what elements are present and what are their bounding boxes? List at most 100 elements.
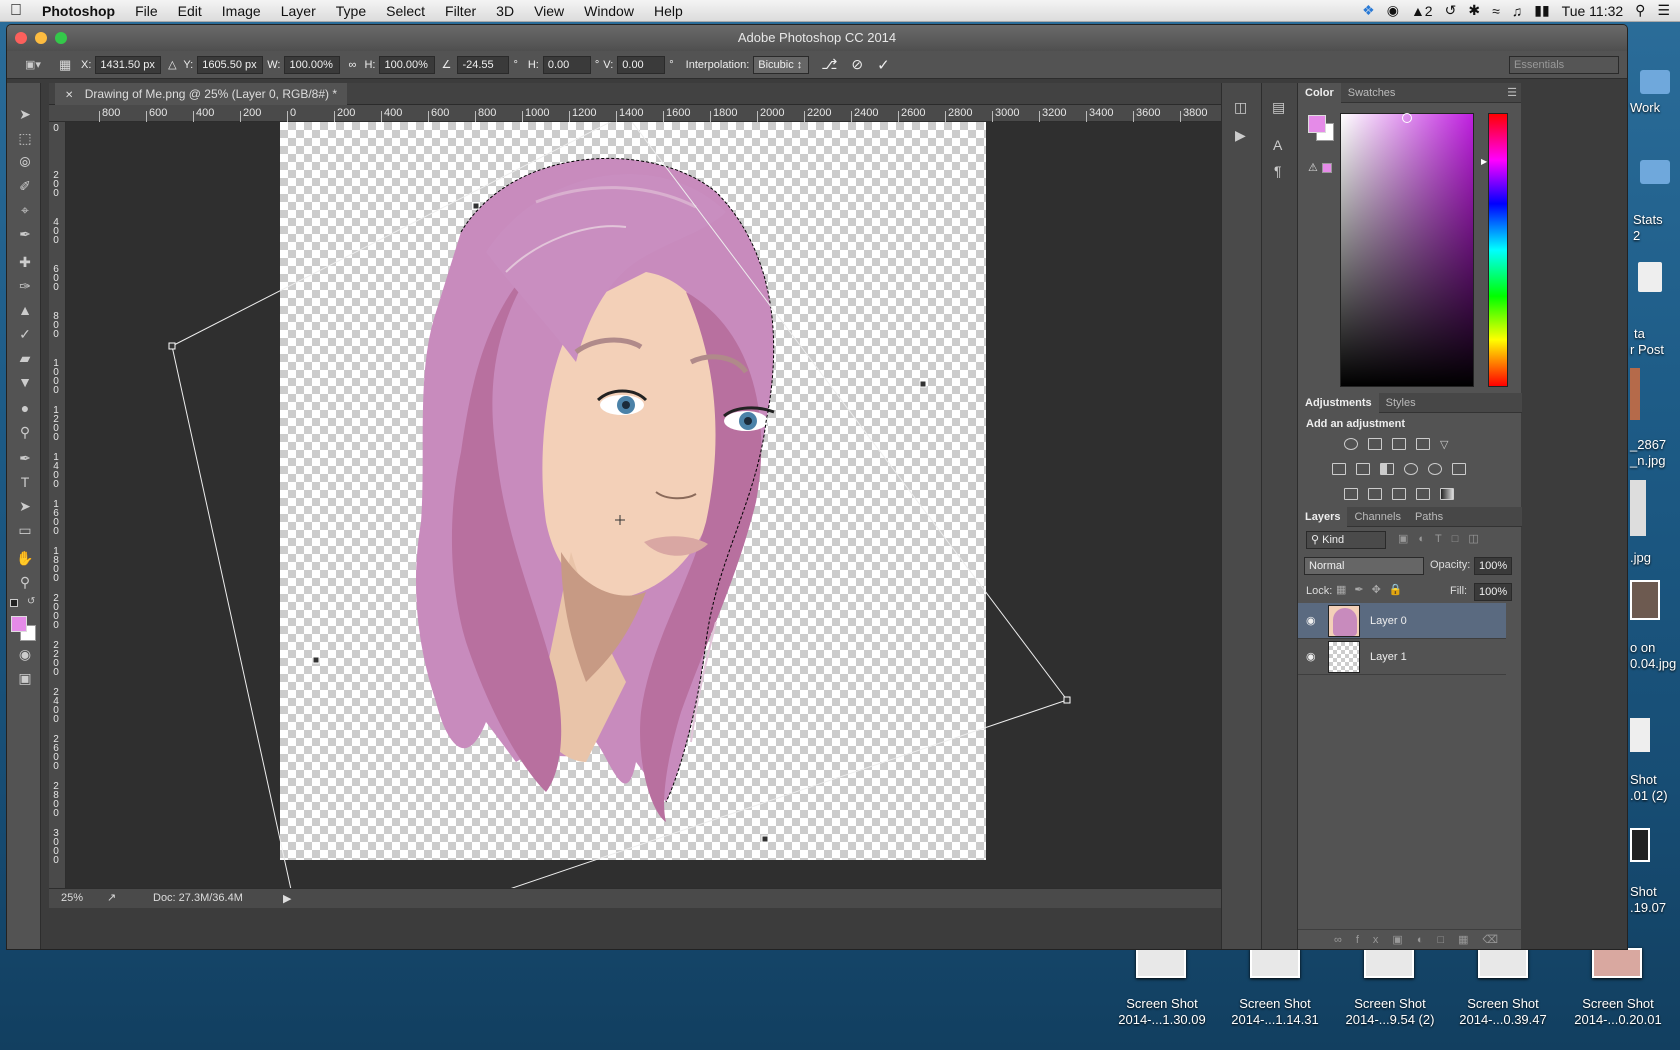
layer-name[interactable]: Layer 0 xyxy=(1370,615,1407,627)
horizontal-skew-field[interactable]: 0.00 xyxy=(542,55,591,74)
path-selection-tool-icon[interactable]: ➤ xyxy=(16,497,34,515)
document-tab[interactable]: ✕ Drawing of Me.png @ 25% (Layer 0, RGB/… xyxy=(55,83,348,105)
menu-layer[interactable]: Layer xyxy=(271,3,326,19)
fill-field[interactable]: 100% xyxy=(1474,583,1512,601)
menu-3d[interactable]: 3D xyxy=(486,3,524,19)
visibility-eye-icon[interactable]: ◉ xyxy=(1306,614,1316,627)
tool-preset-icon[interactable]: ▣▾ xyxy=(25,58,55,71)
brush-tool-icon[interactable]: ✑ xyxy=(16,277,34,295)
height-field[interactable]: 100.00% xyxy=(379,55,436,74)
menu-edit[interactable]: Edit xyxy=(168,3,212,19)
desktop-label[interactable]: o on xyxy=(1630,640,1680,656)
desktop-file-icon[interactable] xyxy=(1638,262,1662,292)
crop-tool-icon[interactable]: ⌖ xyxy=(16,201,34,219)
desktop-image-thumbnail[interactable] xyxy=(1630,828,1650,862)
x-position-field[interactable]: 1431.50 px xyxy=(95,55,162,74)
desktop-image-thumbnail[interactable] xyxy=(1630,368,1640,420)
color-balance-icon[interactable] xyxy=(1356,463,1370,475)
out-of-gamut-warning-icon[interactable]: ⚠ xyxy=(1308,161,1318,174)
menu-type[interactable]: Type xyxy=(326,3,376,19)
color-panel-foreground-swatch[interactable] xyxy=(1308,115,1326,133)
tab-paths[interactable]: Paths xyxy=(1408,507,1450,527)
quick-selection-tool-icon[interactable]: ✐ xyxy=(16,177,34,195)
bluetooth-icon[interactable]: ✱ xyxy=(1468,2,1480,19)
spotlight-search-icon[interactable]: ⚲ xyxy=(1635,2,1645,19)
rectangle-tool-icon[interactable]: ▭ xyxy=(16,521,34,539)
desktop-screenshot-thumbnail[interactable] xyxy=(1250,948,1300,978)
new-layer-icon[interactable]: ▦ xyxy=(1458,934,1482,946)
width-field[interactable]: 100.00% xyxy=(284,55,341,74)
posterize-icon[interactable] xyxy=(1368,488,1382,500)
brightness-contrast-icon[interactable] xyxy=(1344,438,1358,450)
desktop-folder-icon[interactable] xyxy=(1640,160,1670,184)
time-machine-icon[interactable]: ↺ xyxy=(1445,2,1457,19)
swap-colors-icon[interactable]: ↺ xyxy=(27,596,35,607)
foreground-color-swatch[interactable] xyxy=(11,616,27,632)
threshold-icon[interactable] xyxy=(1392,488,1406,500)
add-mask-icon[interactable]: ▣ xyxy=(1392,934,1416,946)
creative-cloud-icon[interactable]: ◉ xyxy=(1387,2,1399,19)
menu-select[interactable]: Select xyxy=(376,3,435,19)
eyedropper-tool-icon[interactable]: ✒ xyxy=(16,225,34,243)
link-proportions-icon[interactable]: ∞ xyxy=(344,59,360,71)
reference-point-icon[interactable]: ▦ xyxy=(59,57,77,73)
new-adjustment-icon[interactable]: ◐ xyxy=(1417,934,1438,946)
healing-brush-tool-icon[interactable]: ✚ xyxy=(16,253,34,271)
clone-stamp-tool-icon[interactable]: ▲ xyxy=(16,301,34,319)
properties-icon[interactable]: ▤ xyxy=(1272,99,1285,116)
desktop-label[interactable]: Shot xyxy=(1630,884,1680,900)
menu-file[interactable]: File xyxy=(125,3,168,19)
vertical-ruler[interactable]: 0 200 400 600 800 1000 1200 1400 1600 1800 2000 220… xyxy=(49,122,66,888)
close-window-button[interactable] xyxy=(15,32,27,44)
color-field[interactable] xyxy=(1340,113,1474,387)
minimize-window-button[interactable] xyxy=(35,32,47,44)
desktop-label[interactable]: Shot xyxy=(1630,772,1680,788)
adobe-status-icon[interactable]: ▲2 xyxy=(1411,3,1433,19)
menu-image[interactable]: Image xyxy=(212,3,271,19)
character-panel-icon[interactable]: A xyxy=(1273,137,1282,153)
interpolation-select[interactable]: Bicubic ↕ xyxy=(753,55,810,74)
layer-kind-filter[interactable]: ⚲ Kind xyxy=(1306,531,1386,549)
relative-position-icon[interactable]: △ xyxy=(165,58,179,71)
marquee-tool-icon[interactable]: ⬚ xyxy=(16,129,34,147)
desktop-screenshot-thumbnail[interactable] xyxy=(1364,948,1414,978)
clock[interactable]: Tue 11:32 xyxy=(1562,3,1624,19)
hand-tool-icon[interactable]: ✋ xyxy=(16,549,34,567)
zoom-level[interactable]: 25% xyxy=(61,892,83,904)
invert-icon[interactable] xyxy=(1344,488,1358,500)
menu-view[interactable]: View xyxy=(524,3,574,19)
desktop-file-label[interactable]: Screen Shot 2014-...0.39.47 xyxy=(1443,996,1563,1028)
vibrance-icon[interactable]: ▽ xyxy=(1440,438,1454,451)
layer-row-layer-1[interactable]: ◉ Layer 1 xyxy=(1298,639,1506,675)
blur-tool-icon[interactable]: ● xyxy=(16,399,34,417)
menu-window[interactable]: Window xyxy=(574,3,644,19)
layer-row-layer-0[interactable]: ◉ Layer 0 xyxy=(1298,603,1506,639)
photo-filter-icon[interactable] xyxy=(1404,463,1418,475)
tab-layers[interactable]: Layers xyxy=(1298,506,1348,527)
desktop-file-label[interactable]: Screen Shot 2014-...1.30.09 xyxy=(1102,996,1222,1028)
hue-slider-marker[interactable]: ▶ xyxy=(1481,157,1487,166)
desktop-label[interactable]: _2867 xyxy=(1630,437,1680,453)
color-lookup-icon[interactable] xyxy=(1452,463,1466,475)
desktop-label[interactable]: _n.jpg xyxy=(1630,453,1680,469)
desktop-label[interactable]: 2 xyxy=(1633,228,1680,244)
volume-icon[interactable]: ♫ xyxy=(1512,3,1523,19)
panel-menu-icon[interactable]: ☰ xyxy=(1507,86,1521,99)
tab-styles[interactable]: Styles xyxy=(1379,393,1423,413)
menu-app-photoshop[interactable]: Photoshop xyxy=(32,3,125,19)
menu-help[interactable]: Help xyxy=(644,3,693,19)
y-position-field[interactable]: 1605.50 px xyxy=(197,55,264,74)
desktop-file-icon[interactable] xyxy=(1630,718,1650,752)
black-white-icon[interactable] xyxy=(1380,463,1394,475)
hue-saturation-icon[interactable] xyxy=(1332,463,1346,475)
desktop-label[interactable]: Stats xyxy=(1633,212,1680,228)
visibility-eye-icon[interactable]: ◉ xyxy=(1306,650,1316,663)
desktop-file-label[interactable]: Screen Shot 2014-...9.54 (2) xyxy=(1330,996,1450,1028)
tab-channels[interactable]: Channels xyxy=(1347,507,1407,527)
desktop-label[interactable]: ta xyxy=(1634,326,1680,342)
desktop-screenshot-thumbnail[interactable] xyxy=(1136,948,1186,978)
status-menu-arrow-icon[interactable]: ▶ xyxy=(283,892,291,905)
desktop-screenshot-thumbnail[interactable] xyxy=(1592,948,1642,978)
lasso-tool-icon[interactable]: ⦾ xyxy=(16,153,34,171)
warp-mode-icon[interactable]: ⎇ xyxy=(821,56,837,73)
